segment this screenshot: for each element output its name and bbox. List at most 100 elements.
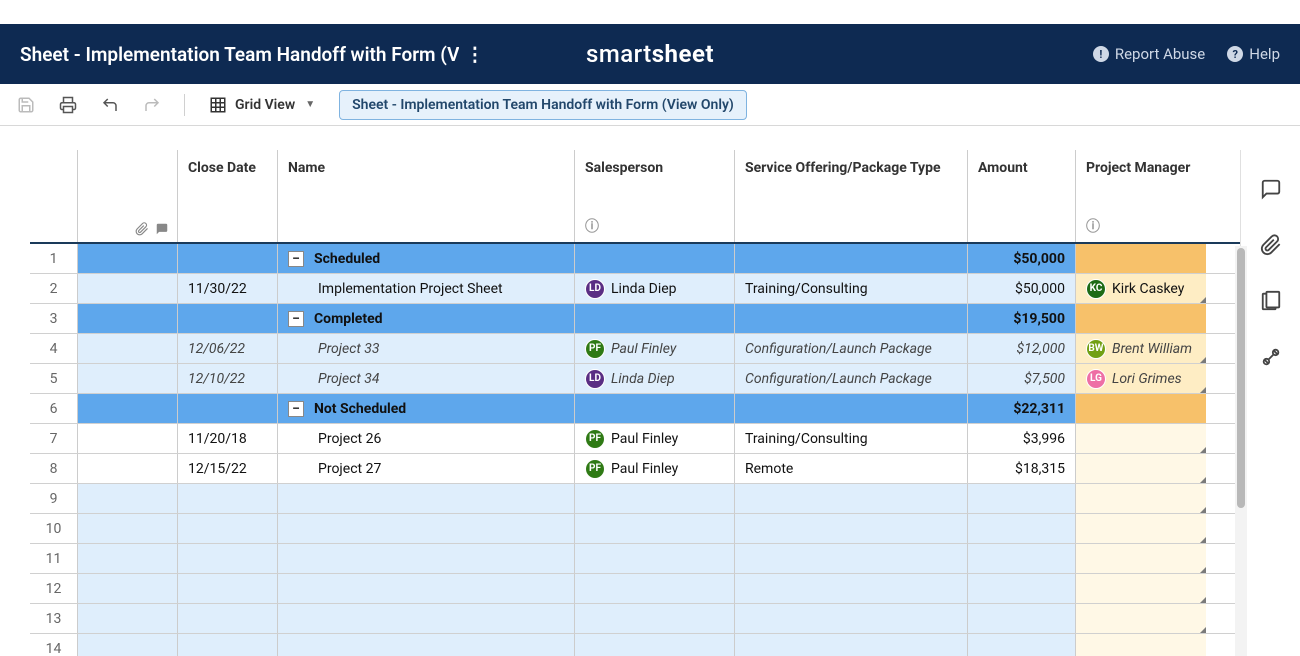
dropdown-indicator-icon[interactable] — [1200, 597, 1206, 603]
row-number[interactable]: 11 — [30, 544, 78, 573]
cell-close-date[interactable]: 11/20/18 — [178, 424, 278, 453]
cell-close-date[interactable]: 12/06/22 — [178, 334, 278, 363]
view-switcher[interactable]: Grid View ▼ — [201, 92, 323, 118]
cell-project-manager[interactable] — [1076, 514, 1206, 543]
cell-project-manager[interactable]: LGLori Grimes — [1076, 364, 1206, 393]
dropdown-indicator-icon[interactable] — [1200, 567, 1206, 573]
col-salesperson[interactable]: Salesperson ⓘ — [575, 150, 735, 242]
table-row[interactable]: 812/15/22Project 27PFPaul FinleyRemote$1… — [30, 454, 1240, 484]
table-row[interactable]: 14 — [30, 634, 1240, 656]
cell-service[interactable] — [735, 574, 968, 603]
cell-service[interactable] — [735, 394, 968, 423]
table-row[interactable]: 11 — [30, 544, 1240, 574]
col-project-manager[interactable]: Project Manager ⓘ — [1076, 150, 1206, 242]
cell-project-manager[interactable]: BWBrent William — [1076, 334, 1206, 363]
cell-salesperson[interactable] — [575, 634, 735, 656]
table-row[interactable]: 9 — [30, 484, 1240, 514]
cell-salesperson[interactable] — [575, 304, 735, 333]
row-number[interactable]: 5 — [30, 364, 78, 393]
cell-name[interactable]: Project 27 — [278, 454, 575, 483]
row-attachment-cell[interactable] — [78, 454, 178, 483]
cell-project-manager[interactable] — [1076, 484, 1206, 513]
row-number[interactable]: 7 — [30, 424, 78, 453]
row-attachment-cell[interactable] — [78, 334, 178, 363]
table-row[interactable]: 711/20/18Project 26PFPaul FinleyTraining… — [30, 424, 1240, 454]
cell-close-date[interactable] — [178, 304, 278, 333]
attachment-icon[interactable] — [135, 222, 149, 236]
cell-close-date[interactable] — [178, 514, 278, 543]
row-number[interactable]: 14 — [30, 634, 78, 656]
cell-amount[interactable]: $18,315 — [968, 454, 1076, 483]
cell-name[interactable] — [278, 634, 575, 656]
row-attachment-cell[interactable] — [78, 244, 178, 273]
table-row[interactable]: 3−Completed$19,500 — [30, 304, 1240, 334]
cell-name[interactable]: −Not Scheduled — [278, 394, 575, 423]
cell-project-manager[interactable] — [1076, 544, 1206, 573]
scrollbar-thumb[interactable] — [1237, 248, 1245, 508]
row-number[interactable]: 9 — [30, 484, 78, 513]
cell-name[interactable]: −Completed — [278, 304, 575, 333]
col-amount[interactable]: Amount — [968, 150, 1076, 242]
cell-salesperson[interactable]: LDLinda Diep — [575, 274, 735, 303]
cell-project-manager[interactable] — [1076, 634, 1206, 656]
cell-project-manager[interactable] — [1076, 424, 1206, 453]
cell-close-date[interactable] — [178, 604, 278, 633]
vertical-scrollbar[interactable] — [1235, 246, 1247, 656]
cell-service[interactable]: Training/Consulting — [735, 424, 968, 453]
dropdown-indicator-icon[interactable] — [1200, 537, 1206, 543]
dropdown-indicator-icon[interactable] — [1200, 387, 1206, 393]
cell-amount[interactable]: $7,500 — [968, 364, 1076, 393]
cell-amount[interactable] — [968, 574, 1076, 603]
row-number[interactable]: 1 — [30, 244, 78, 273]
table-row[interactable]: 412/06/22Project 33PFPaul FinleyConfigur… — [30, 334, 1240, 364]
cell-name[interactable]: Project 34 — [278, 364, 575, 393]
cell-name[interactable] — [278, 604, 575, 633]
row-number[interactable]: 10 — [30, 514, 78, 543]
dropdown-indicator-icon[interactable] — [1200, 357, 1206, 363]
cell-name[interactable] — [278, 544, 575, 573]
cell-service[interactable] — [735, 544, 968, 573]
cell-service[interactable]: Configuration/Launch Package — [735, 334, 968, 363]
save-button[interactable] — [10, 89, 42, 121]
cell-close-date[interactable]: 11/30/22 — [178, 274, 278, 303]
dropdown-indicator-icon[interactable] — [1200, 447, 1206, 453]
redo-button[interactable] — [136, 89, 168, 121]
row-attachment-cell[interactable] — [78, 604, 178, 633]
cell-name[interactable] — [278, 514, 575, 543]
col-service[interactable]: Service Offering/Package Type — [735, 150, 968, 242]
cell-close-date[interactable] — [178, 634, 278, 656]
cell-service[interactable]: Training/Consulting — [735, 274, 968, 303]
cell-salesperson[interactable] — [575, 604, 735, 633]
cell-project-manager[interactable] — [1076, 604, 1206, 633]
cell-service[interactable] — [735, 514, 968, 543]
table-row[interactable]: 6−Not Scheduled$22,311 — [30, 394, 1240, 424]
row-number[interactable]: 8 — [30, 454, 78, 483]
cell-service[interactable] — [735, 634, 968, 656]
row-number[interactable]: 3 — [30, 304, 78, 333]
cell-close-date[interactable]: 12/10/22 — [178, 364, 278, 393]
cell-service[interactable] — [735, 604, 968, 633]
table-row[interactable]: 10 — [30, 514, 1240, 544]
table-row[interactable]: 211/30/22Implementation Project SheetLDL… — [30, 274, 1240, 304]
comments-panel-button[interactable] — [1260, 178, 1282, 200]
cell-amount[interactable] — [968, 634, 1076, 656]
proofs-panel-button[interactable] — [1260, 290, 1282, 312]
print-button[interactable] — [52, 89, 84, 121]
row-number[interactable]: 12 — [30, 574, 78, 603]
row-number[interactable]: 4 — [30, 334, 78, 363]
cell-close-date[interactable] — [178, 544, 278, 573]
info-icon[interactable]: ⓘ — [1086, 216, 1196, 236]
cell-project-manager[interactable] — [1076, 454, 1206, 483]
cell-close-date[interactable]: 12/15/22 — [178, 454, 278, 483]
cell-close-date[interactable] — [178, 484, 278, 513]
cell-service[interactable] — [735, 484, 968, 513]
cell-amount[interactable] — [968, 514, 1076, 543]
cell-amount[interactable]: $50,000 — [968, 274, 1076, 303]
cell-salesperson[interactable] — [575, 544, 735, 573]
cell-amount[interactable] — [968, 604, 1076, 633]
row-number[interactable]: 13 — [30, 604, 78, 633]
cell-salesperson[interactable] — [575, 484, 735, 513]
cell-service[interactable] — [735, 304, 968, 333]
dropdown-indicator-icon[interactable] — [1200, 297, 1206, 303]
cell-project-manager[interactable] — [1076, 244, 1206, 273]
